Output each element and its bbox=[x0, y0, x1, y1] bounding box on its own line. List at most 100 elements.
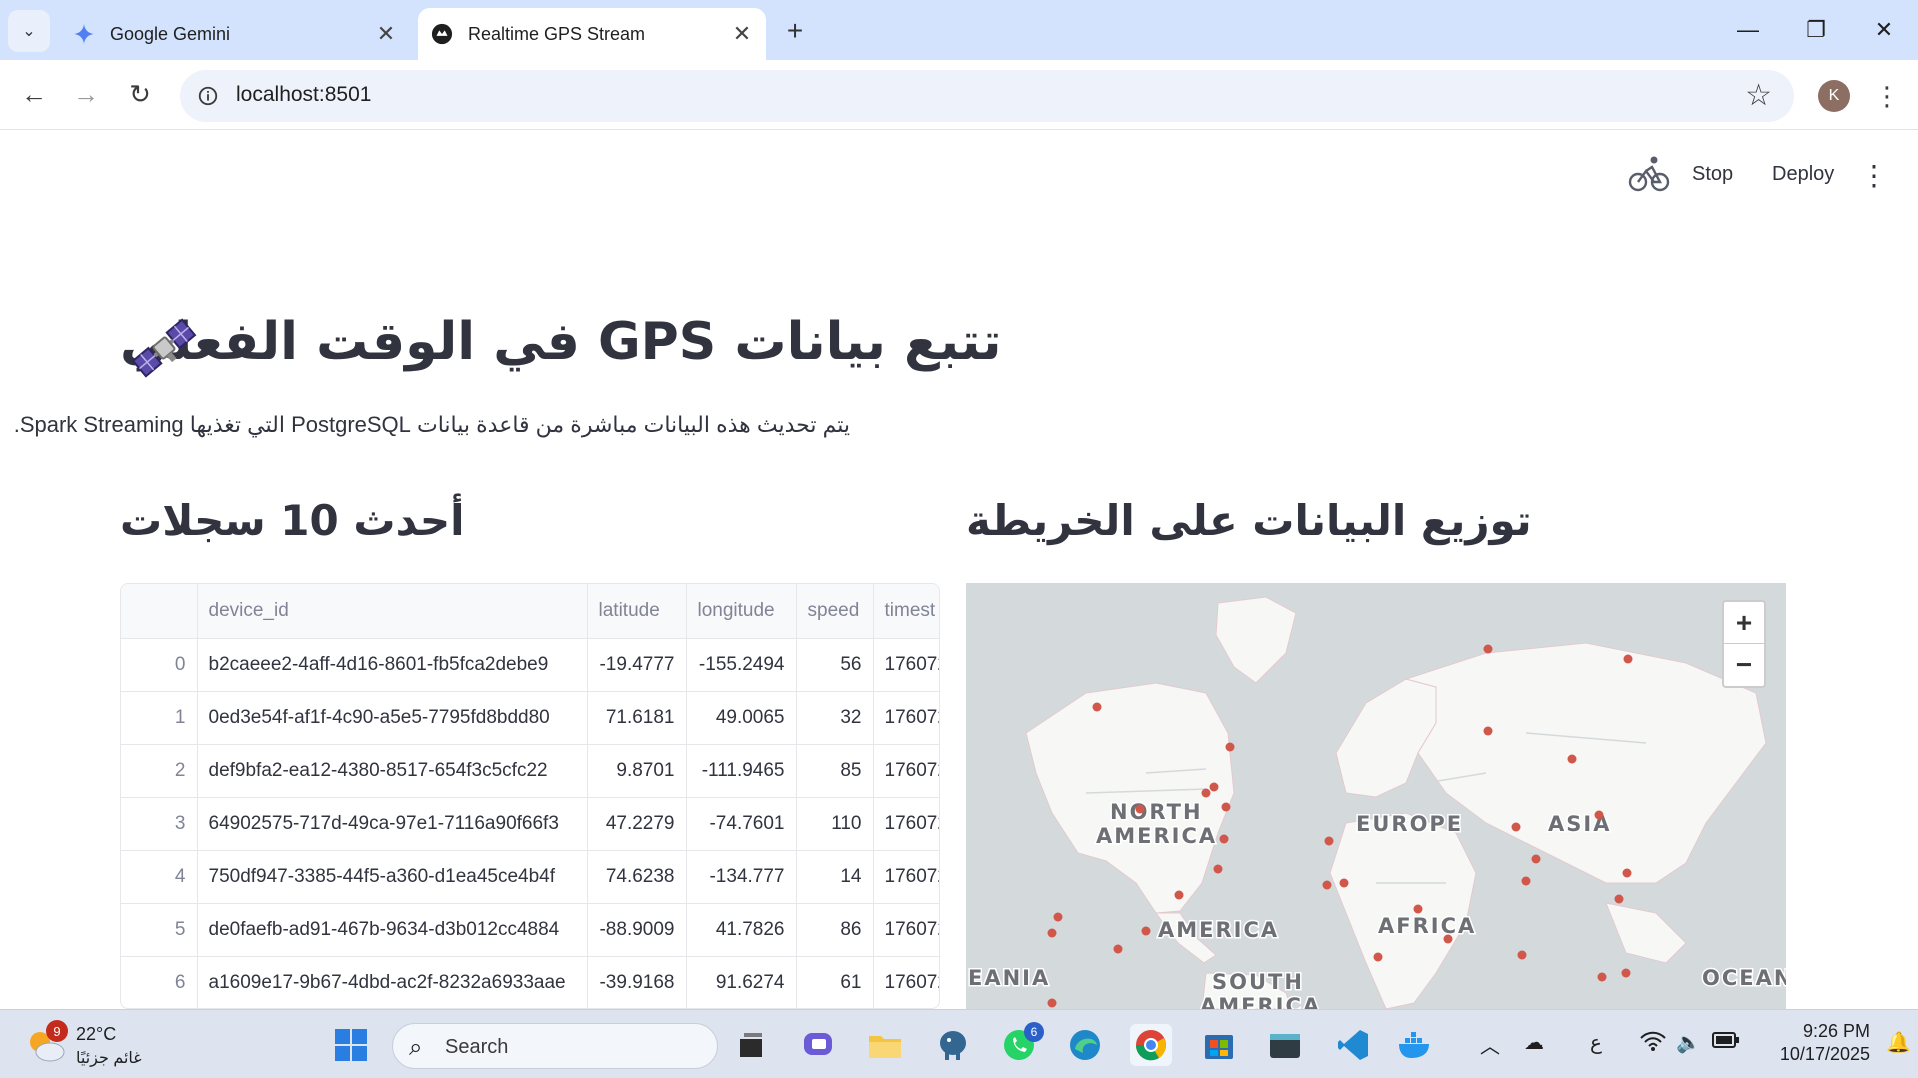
gps-marker bbox=[1141, 926, 1151, 936]
cell-speed[interactable]: 85 bbox=[796, 744, 874, 798]
cell-latitude[interactable]: 47.2279 bbox=[587, 797, 687, 851]
close-icon[interactable]: ✕ bbox=[372, 20, 400, 48]
terminal-icon[interactable] bbox=[1264, 1024, 1306, 1066]
tab-search-button[interactable]: ⌄ bbox=[8, 10, 50, 52]
cell-speed[interactable]: 86 bbox=[796, 903, 874, 957]
table-row[interactable]: 3 64902575-717d-49ca-97e1-7116a90f66f3 4… bbox=[121, 797, 939, 851]
cell-timestamp[interactable]: 176072 bbox=[873, 903, 939, 957]
deploy-button[interactable]: Deploy bbox=[1772, 163, 1834, 186]
clock-date: 10/17/2025 bbox=[1779, 1044, 1870, 1064]
volume-icon[interactable]: 🔈 bbox=[1676, 1030, 1701, 1055]
cell-timestamp[interactable]: 176072 bbox=[873, 956, 939, 1008]
cell-timestamp[interactable]: 176072 bbox=[873, 850, 939, 904]
back-arrow-icon[interactable]: ← bbox=[14, 74, 54, 114]
column-header-speed[interactable]: speed bbox=[796, 584, 874, 639]
show-hidden-icons-chevron-icon[interactable]: ︿ bbox=[1480, 1030, 1500, 1059]
cell-device-id[interactable]: a1609e17-9b67-4dbd-ac2f-8232a6933aae bbox=[197, 956, 588, 1008]
cell-latitude[interactable]: 74.6238 bbox=[587, 850, 687, 904]
notification-bell-icon[interactable]: 🔔 bbox=[1886, 1030, 1911, 1055]
cell-speed[interactable]: 61 bbox=[796, 956, 874, 1008]
battery-icon[interactable] bbox=[1712, 1030, 1740, 1056]
cell-device-id[interactable]: 750df947-3385-44f5-a360-d1ea45ce4b4f bbox=[197, 850, 588, 904]
pgadmin-elephant-icon[interactable] bbox=[932, 1024, 974, 1066]
cell-longitude[interactable]: 91.6274 bbox=[686, 956, 797, 1008]
cell-latitude[interactable]: -88.9009 bbox=[587, 903, 687, 957]
cell-latitude[interactable]: 9.8701 bbox=[587, 744, 687, 798]
cell-speed[interactable]: 32 bbox=[796, 691, 874, 745]
cell-device-id[interactable]: 0ed3e54f-af1f-4c90-a5e5-7795fd8bdd80 bbox=[197, 691, 588, 745]
zoom-in-button[interactable]: + bbox=[1724, 602, 1764, 644]
docker-icon[interactable] bbox=[1394, 1024, 1436, 1066]
world-map[interactable]: NORTH AMERICA EUROPE ASIA AMERICA AFRICA… bbox=[966, 583, 1786, 1009]
cell-speed[interactable]: 56 bbox=[796, 638, 874, 692]
cell-longitude[interactable]: 41.7826 bbox=[686, 903, 797, 957]
stop-button[interactable]: Stop bbox=[1692, 163, 1733, 186]
weather-widget[interactable]: 9 22°C غائم جزئيًا bbox=[24, 1020, 164, 1070]
cell-longitude[interactable]: -111.9465 bbox=[686, 744, 797, 798]
zoom-out-button[interactable]: − bbox=[1724, 644, 1764, 686]
cell-timestamp[interactable]: 176072 bbox=[873, 797, 939, 851]
table-row[interactable]: 6 a1609e17-9b67-4dbd-ac2f-8232a6933aae -… bbox=[121, 956, 939, 1008]
cell-timestamp[interactable]: 176072 bbox=[873, 691, 939, 745]
cell-longitude[interactable]: -74.7601 bbox=[686, 797, 797, 851]
map-widget[interactable]: NORTH AMERICA EUROPE ASIA AMERICA AFRICA… bbox=[966, 583, 1786, 1009]
vscode-icon[interactable] bbox=[1332, 1024, 1374, 1066]
windows-start-icon[interactable] bbox=[330, 1024, 372, 1066]
table-row[interactable]: 0 b2caeee2-4aff-4d16-8601-fb5fca2debe9 -… bbox=[121, 638, 939, 692]
table-row[interactable]: 2 def9bfa2-ea12-4380-8517-654f3c5cfc22 9… bbox=[121, 744, 939, 798]
chrome-icon[interactable] bbox=[1130, 1024, 1172, 1066]
column-header-timestamp[interactable]: timest bbox=[873, 584, 939, 639]
cell-speed[interactable]: 14 bbox=[796, 850, 874, 904]
close-icon[interactable]: ✕ bbox=[728, 20, 756, 48]
wifi-icon[interactable] bbox=[1640, 1030, 1666, 1058]
cell-longitude[interactable]: 49.0065 bbox=[686, 691, 797, 745]
gps-marker bbox=[1622, 868, 1632, 878]
teams-chat-icon[interactable] bbox=[798, 1024, 840, 1066]
cell-device-id[interactable]: b2caeee2-4aff-4d16-8601-fb5fca2debe9 bbox=[197, 638, 588, 692]
table-row[interactable]: 5 de0faefb-ad91-467b-9634-d3b012cc4884 -… bbox=[121, 903, 939, 957]
edge-browser-icon[interactable] bbox=[1064, 1024, 1106, 1066]
row-index: 3 bbox=[121, 797, 198, 851]
system-clock[interactable]: 9:26 PM 10/17/2025 bbox=[1760, 1020, 1870, 1066]
cell-device-id[interactable]: 64902575-717d-49ca-97e1-7116a90f66f3 bbox=[197, 797, 588, 851]
table-row[interactable]: 1 0ed3e54f-af1f-4c90-a5e5-7795fd8bdd80 7… bbox=[121, 691, 939, 745]
reload-icon[interactable]: ↻ bbox=[120, 74, 160, 114]
cell-speed[interactable]: 110 bbox=[796, 797, 874, 851]
row-index: 2 bbox=[121, 744, 198, 798]
tab-title: Realtime GPS Stream bbox=[468, 23, 646, 44]
microsoft-store-icon[interactable] bbox=[1198, 1024, 1240, 1066]
column-header-device-id[interactable]: device_id bbox=[197, 584, 588, 639]
forward-arrow-icon[interactable]: → bbox=[66, 74, 106, 114]
cell-device-id[interactable]: de0faefb-ad91-467b-9634-d3b012cc4884 bbox=[197, 903, 588, 957]
cell-latitude[interactable]: -19.4777 bbox=[587, 638, 687, 692]
cell-latitude[interactable]: 71.6181 bbox=[587, 691, 687, 745]
cell-timestamp[interactable]: 176072 bbox=[873, 744, 939, 798]
cell-longitude[interactable]: -155.2494 bbox=[686, 638, 797, 692]
cell-device-id[interactable]: def9bfa2-ea12-4380-8517-654f3c5cfc22 bbox=[197, 744, 588, 798]
new-tab-button[interactable]: + bbox=[778, 14, 812, 48]
browser-menu-icon[interactable]: ⋮ bbox=[1874, 78, 1900, 114]
site-info-icon[interactable] bbox=[194, 82, 222, 110]
tab-google-gemini[interactable]: Google Gemini ✕ bbox=[60, 8, 410, 60]
cell-timestamp[interactable]: 176072 bbox=[873, 638, 939, 692]
restore-button[interactable]: ❐ bbox=[1782, 6, 1850, 54]
data-table[interactable]: device_id latitude longitude speed times… bbox=[120, 583, 940, 1009]
table-row[interactable]: 4 750df947-3385-44f5-a360-d1ea45ce4b4f 7… bbox=[121, 850, 939, 904]
taskbar-search-box[interactable]: ⌕ Search bbox=[392, 1023, 718, 1069]
cell-longitude[interactable]: -134.777 bbox=[686, 850, 797, 904]
tab-realtime-gps-stream[interactable]: Realtime GPS Stream ✕ bbox=[418, 8, 766, 60]
column-header-longitude[interactable]: longitude bbox=[686, 584, 797, 639]
close-window-button[interactable]: ✕ bbox=[1850, 6, 1918, 54]
address-bar[interactable]: localhost:8501 ☆ bbox=[180, 70, 1794, 122]
onedrive-cloud-icon[interactable]: ☁ bbox=[1524, 1030, 1544, 1055]
profile-avatar[interactable]: K bbox=[1818, 80, 1850, 112]
cell-latitude[interactable]: -39.9168 bbox=[587, 956, 687, 1008]
file-explorer-icon[interactable] bbox=[864, 1024, 906, 1066]
task-view-icon[interactable] bbox=[730, 1024, 772, 1066]
column-header-latitude[interactable]: latitude bbox=[587, 584, 687, 639]
input-language[interactable]: ع bbox=[1590, 1030, 1602, 1055]
main-menu-icon[interactable]: ⋮ bbox=[1860, 159, 1888, 192]
bookmark-star-icon[interactable]: ☆ bbox=[1745, 78, 1772, 113]
clock-time: 9:26 PM bbox=[1802, 1021, 1870, 1041]
minimize-button[interactable]: — bbox=[1714, 6, 1782, 54]
